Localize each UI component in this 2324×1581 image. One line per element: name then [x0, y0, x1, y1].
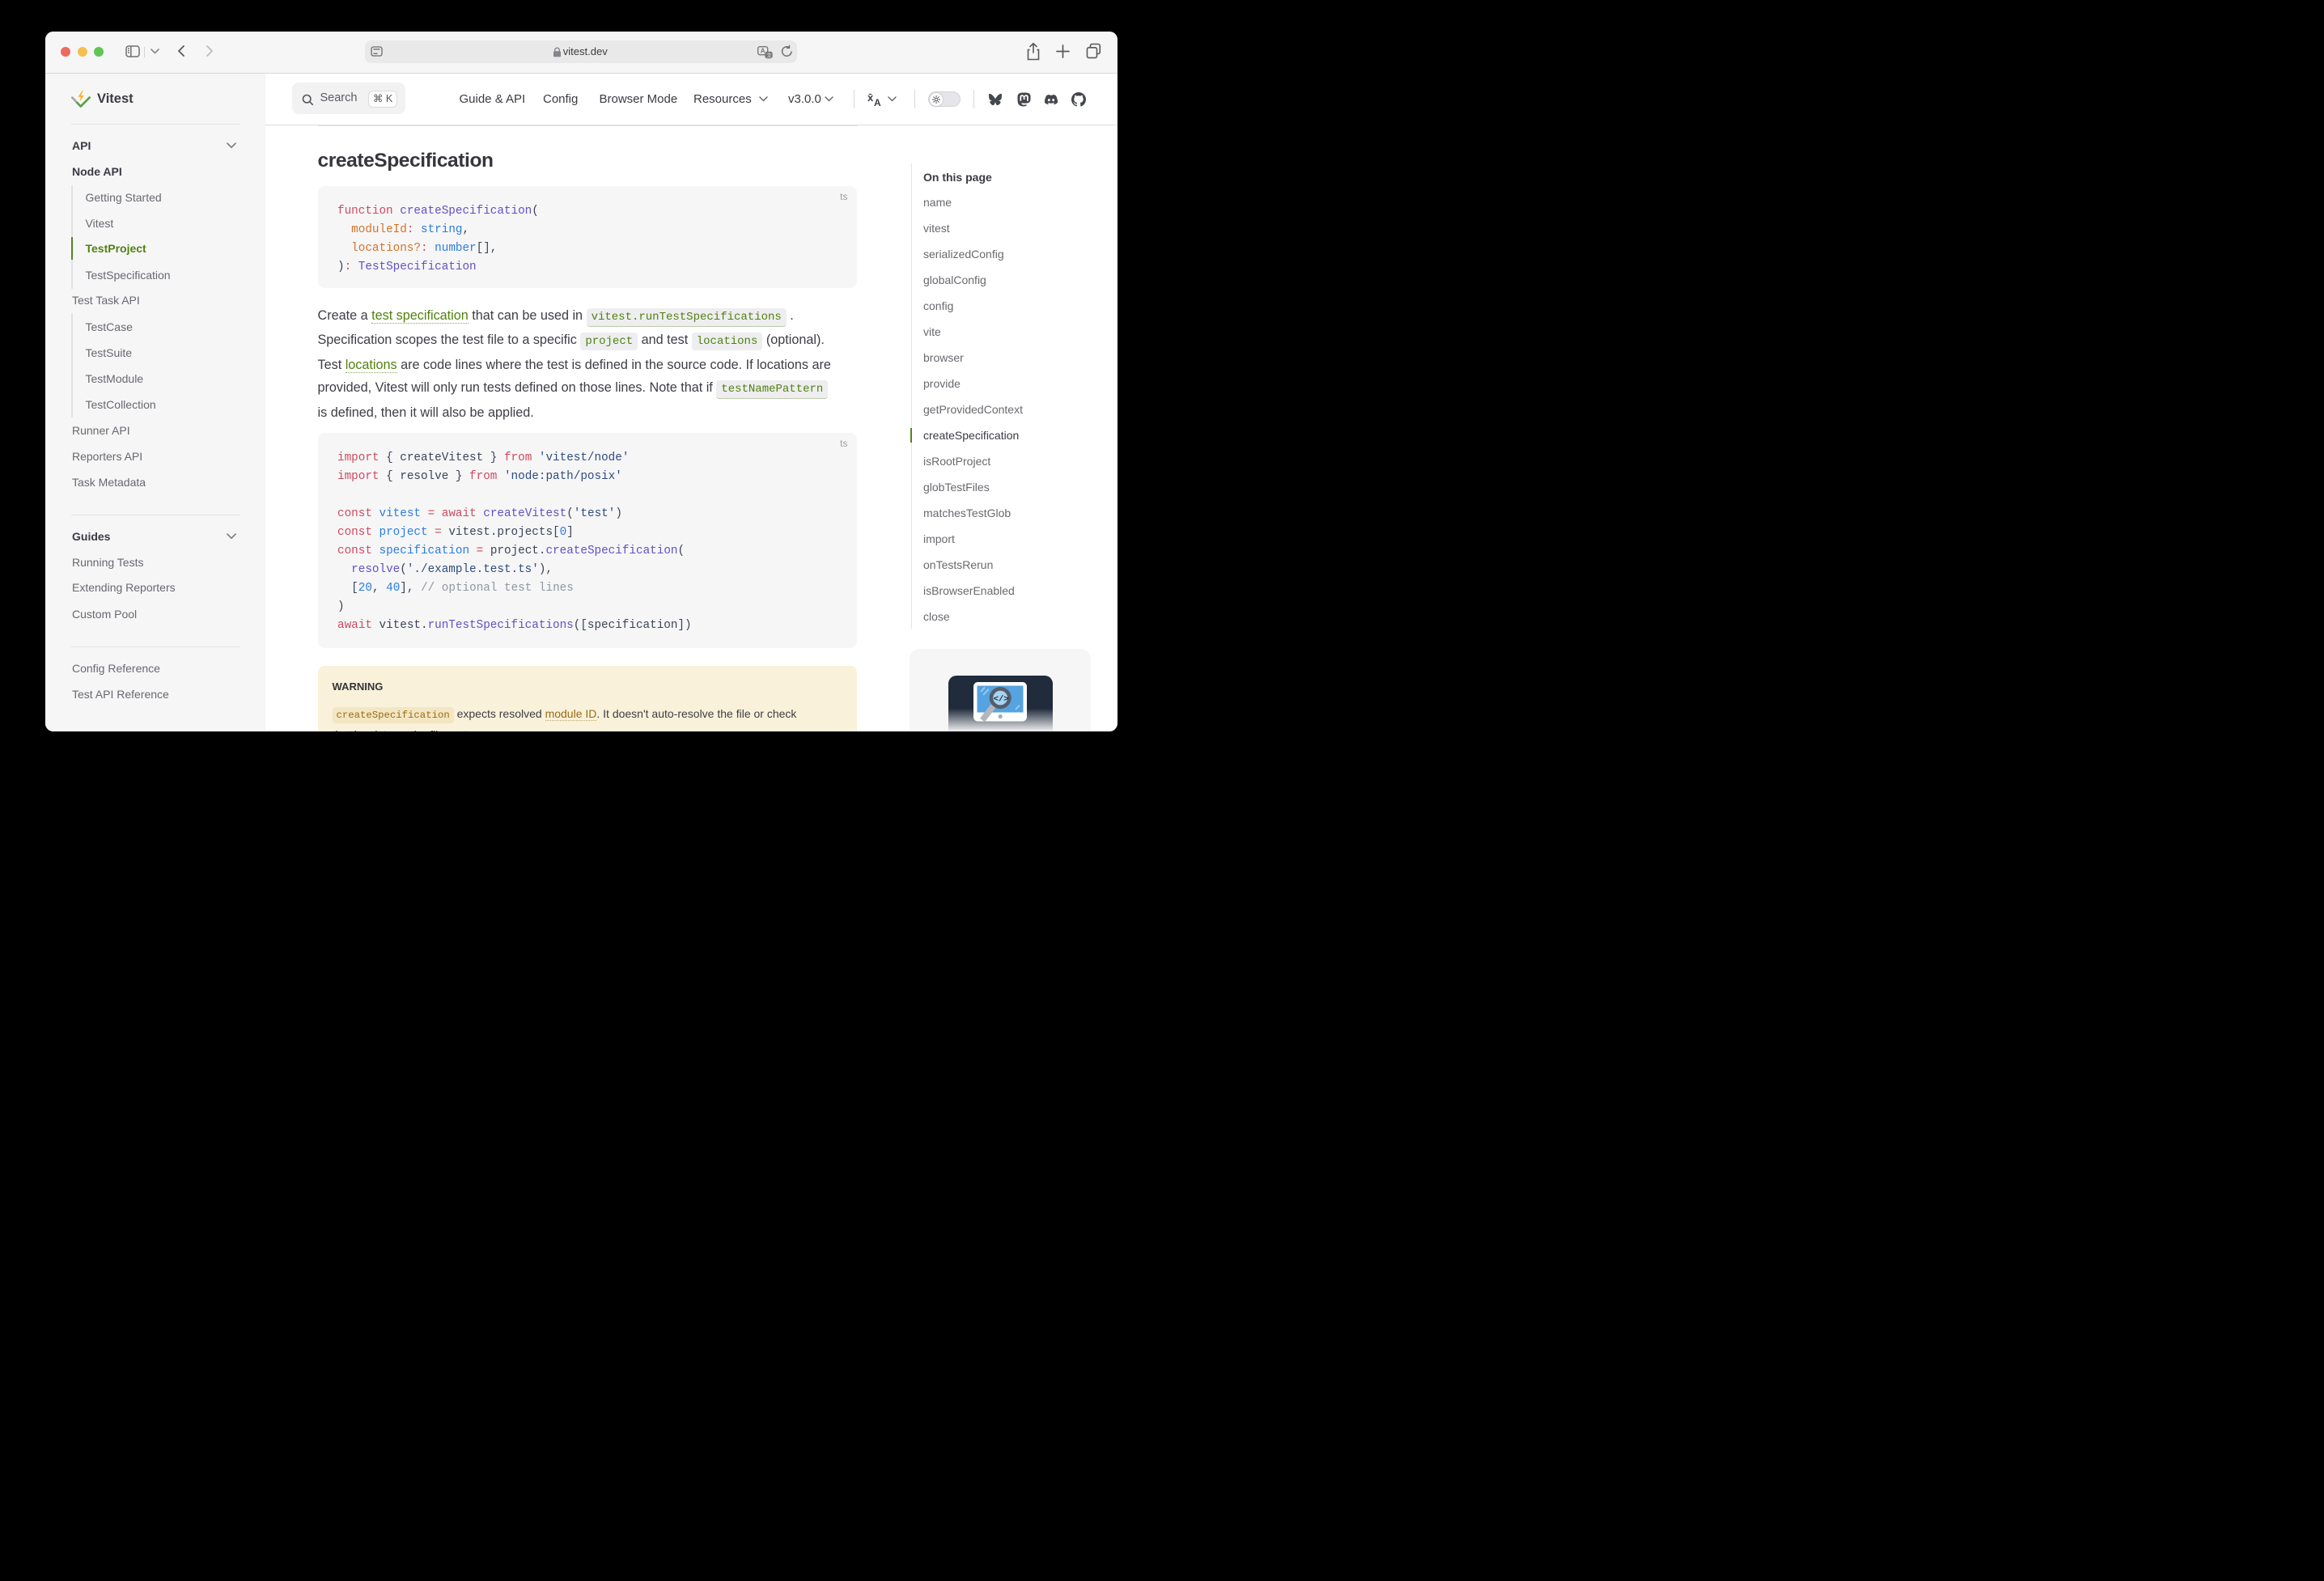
svg-text:</>: </> — [993, 695, 1008, 705]
svg-text:A: A — [761, 47, 765, 54]
svg-text:x̄: x̄ — [867, 91, 874, 104]
svg-text:文: 文 — [766, 51, 772, 58]
svg-text:A: A — [874, 97, 881, 108]
